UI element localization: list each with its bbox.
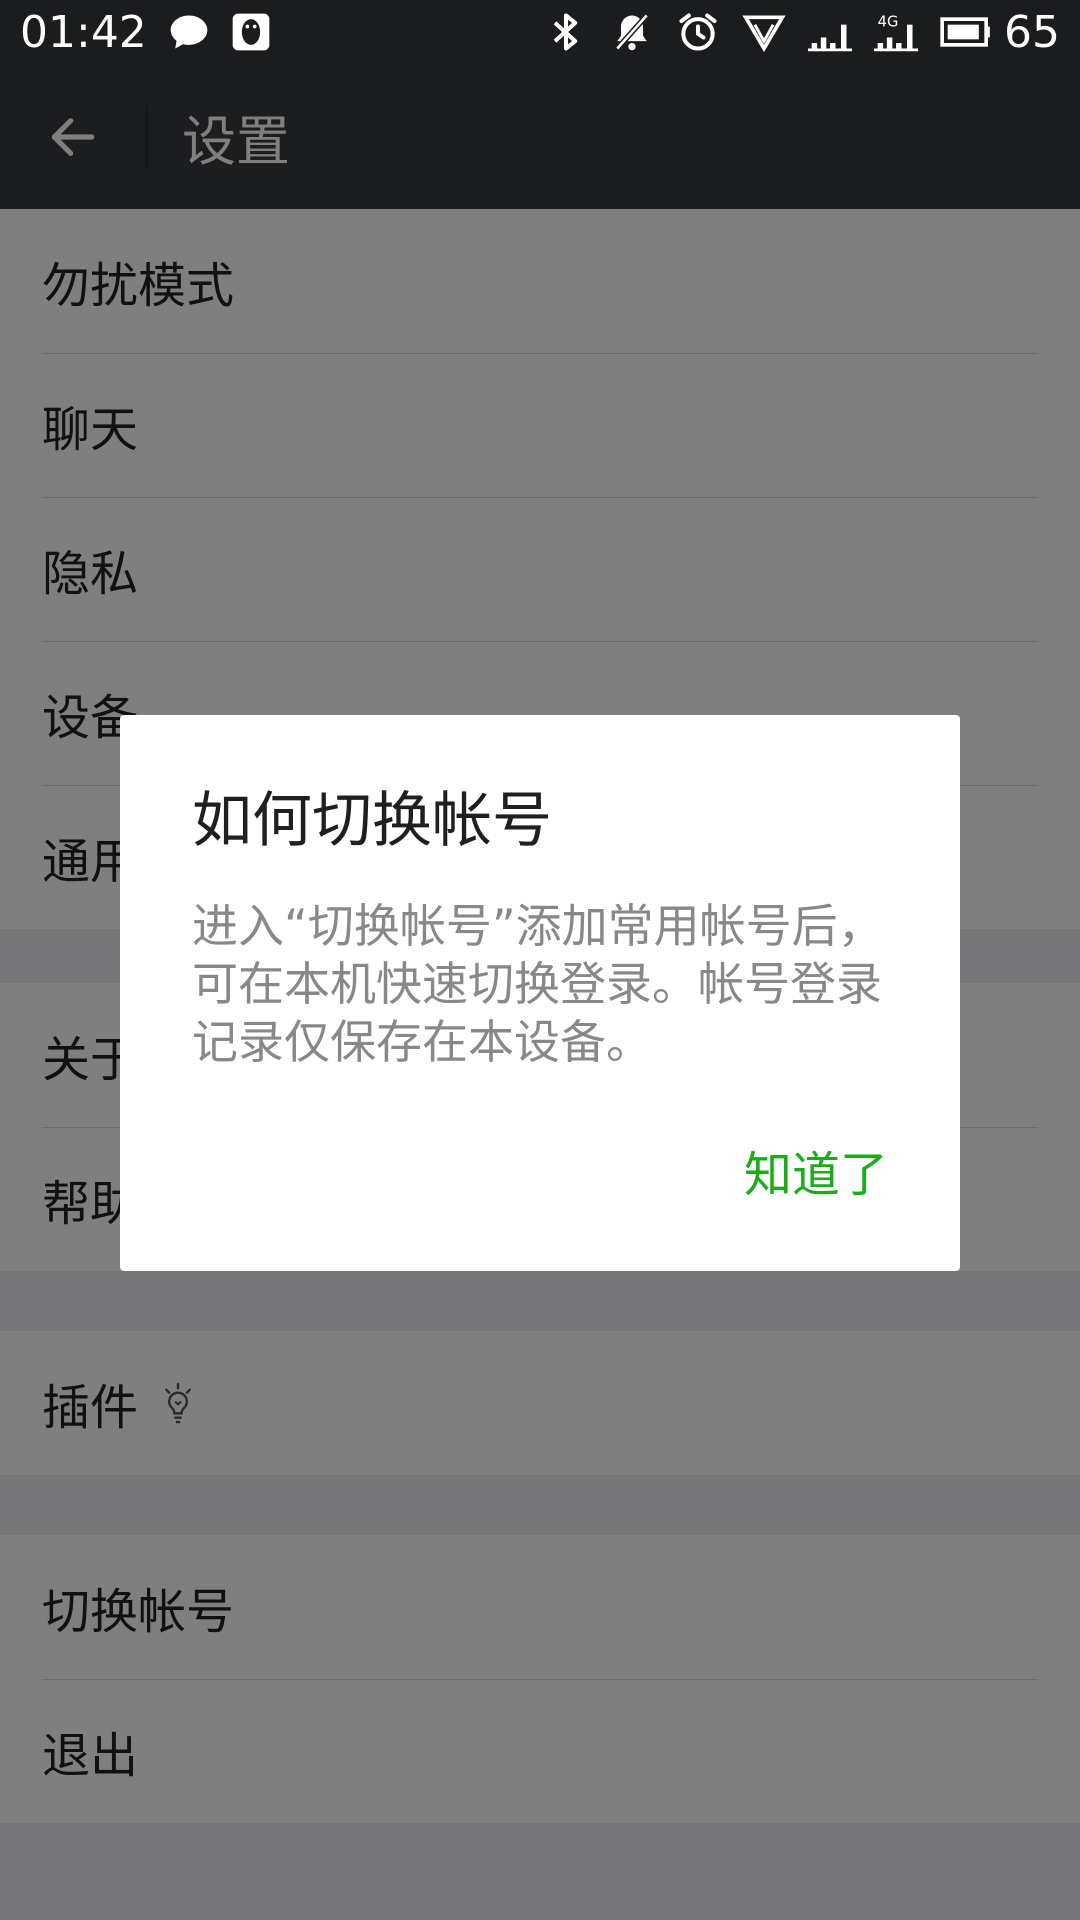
vpn-icon	[742, 15, 786, 53]
alarm-icon	[679, 13, 717, 51]
settings-screen: 01:42 4G 65 如何切换帐号 进入“切换帐号”添加常用帐号后，可在本机快…	[0, 0, 1080, 1920]
switch-account-tip-dialog: 如何切换帐号 进入“切换帐号”添加常用帐号后，可在本机快速切换登录。帐号登录记录…	[120, 715, 960, 1271]
status-right: 4G 65	[522, 7, 1060, 58]
bell-off-icon	[615, 13, 649, 51]
signal-icon	[808, 24, 852, 52]
battery-icon	[940, 17, 990, 47]
svg-text:4G: 4G	[878, 14, 899, 31]
status-bar: 01:42 4G 65	[0, 0, 1080, 64]
dialog-message: 进入“切换帐号”添加常用帐号后，可在本机快速切换登录。帐号登录记录仅保存在本设备…	[192, 899, 884, 1069]
qq-penguin-icon	[232, 13, 270, 51]
signal-4g-icon: 4G	[874, 14, 918, 52]
bluetooth-icon	[553, 13, 578, 51]
chat-bubble-icon	[170, 15, 208, 49]
dialog-confirm-button[interactable]: 知道了	[744, 1135, 888, 1205]
status-time: 01:42	[20, 6, 147, 58]
dialog-title: 如何切换帐号	[192, 786, 552, 856]
battery-percent: 65	[1004, 6, 1060, 58]
status-left: 01:42	[20, 7, 291, 58]
